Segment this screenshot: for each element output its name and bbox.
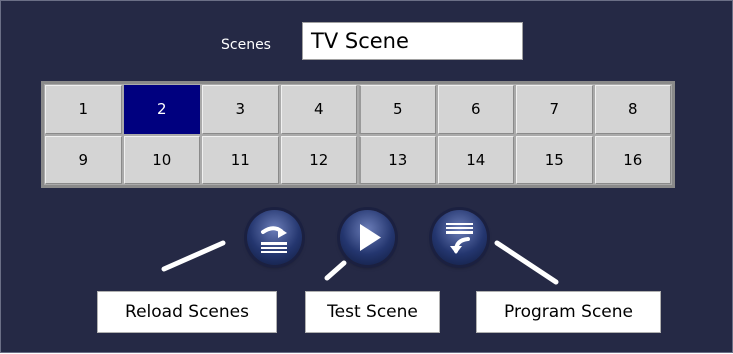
- reload-scenes-callout: Reload Scenes: [97, 291, 277, 333]
- play-icon: [360, 224, 381, 251]
- reload-scenes-button[interactable]: [247, 210, 302, 265]
- scene-panel: Scenes TV Scene 1 2 3 4 5 6 7 8 9 10 11 …: [0, 0, 733, 353]
- reload-scenes-icon: [261, 226, 287, 253]
- test-scene-button[interactable]: [340, 210, 395, 265]
- program-scene-button[interactable]: [432, 210, 487, 265]
- program-scene-icon: [446, 223, 473, 254]
- test-scene-callout: Test Scene: [305, 291, 440, 333]
- program-scene-callout: Program Scene: [476, 291, 661, 333]
